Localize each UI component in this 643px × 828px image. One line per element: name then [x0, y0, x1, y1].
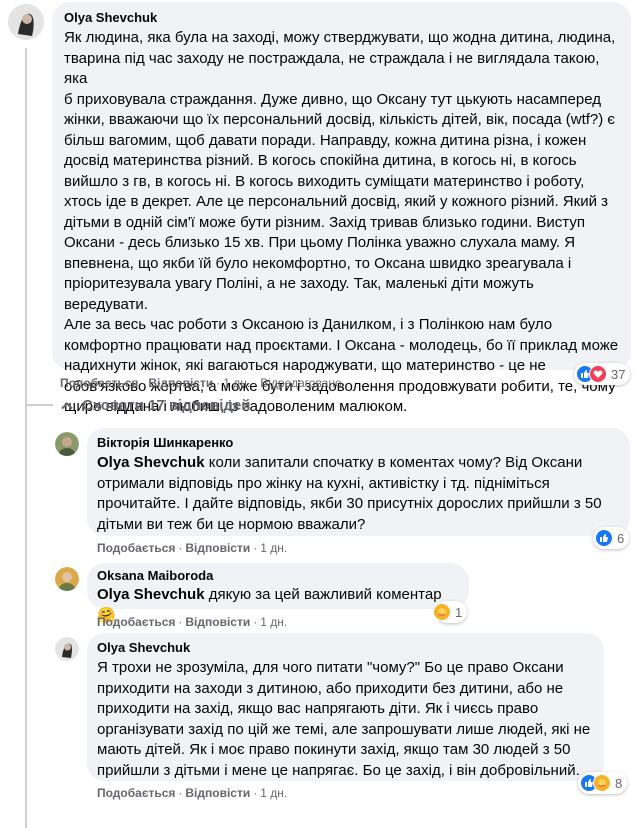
mention-link[interactable]: Olya Shevchuk — [97, 454, 205, 471]
reply-author[interactable]: Oksana Maiboroda — [97, 568, 459, 584]
comment-line: хтось іде в декрет. Але це персональний … — [64, 193, 608, 210]
like-link[interactable]: Подобається — [97, 786, 175, 800]
comment-line: дітьми в одній сім'ї може бути різним. З… — [64, 213, 585, 231]
comment-line: Оксани - десь близько 15 хв. При цьому П… — [64, 234, 576, 251]
reaction-summary[interactable]: 37 — [574, 363, 631, 385]
avatar-olya[interactable] — [8, 4, 44, 40]
reaction-count: 1 — [455, 604, 463, 620]
care-icon — [433, 603, 451, 621]
reply-link[interactable]: Відповісти — [185, 786, 250, 800]
reply-line: приходити на заходи з дитиною, або прихо… — [97, 679, 564, 697]
chevron-up-icon — [61, 401, 73, 409]
reaction-count: 8 — [615, 775, 623, 791]
timestamp[interactable]: 1 дн. — [260, 615, 287, 629]
like-link[interactable]: Подобається — [60, 376, 138, 390]
care-icon — [593, 774, 611, 792]
avatar-oksana[interactable] — [55, 567, 79, 591]
hide-replies-button[interactable]: Сховати 17 відповідей — [60, 397, 251, 414]
comment-line: впевнена, що якби їй було некомфортно, т… — [64, 254, 572, 272]
avatar-olya[interactable] — [55, 637, 79, 661]
edited-label: Відредаговано — [260, 376, 342, 390]
reply-link[interactable]: Відповісти — [185, 615, 250, 629]
reaction-count: 6 — [617, 530, 625, 546]
hide-replies-label: Сховати 17 відповідей — [82, 397, 251, 414]
comment-author[interactable]: Olya Shevchuk — [64, 10, 619, 26]
reply-text: Olya Shevchuk коли запитали спочатку в к… — [97, 453, 620, 535]
comment-line: комфортно працювати над проєктами. І Окс… — [64, 336, 619, 354]
reply-text: Я трохи не зрозуміла, для чого питати "ч… — [97, 658, 594, 781]
comment-line: більш вагомим, щоб давати поради. Направ… — [64, 131, 587, 149]
avatar-viktoriia[interactable] — [55, 432, 79, 456]
like-link[interactable]: Подобається — [97, 615, 175, 629]
reaction-count: 37 — [611, 366, 626, 382]
reply-line: дітьми ви теж би це нормою вважали? — [97, 515, 366, 533]
comment-text: Як людина, яка була на заході, можу стве… — [64, 28, 619, 418]
timestamp[interactable]: 1 дн. — [223, 376, 250, 390]
comment-line: тварина під час заходу не постраждала, н… — [64, 49, 600, 88]
thread-line-replies — [25, 404, 53, 406]
reply-line: отримали відповідь про жінку на кухні, а… — [97, 474, 550, 492]
reply-bubble: Вікторія Шинкаренко Olya Shevchuk коли з… — [87, 428, 630, 536]
timestamp[interactable]: 1 дн. — [260, 541, 287, 555]
like-link[interactable]: Подобається — [97, 541, 175, 555]
comment-line: надихнути жінок, які вагаються народжува… — [64, 357, 546, 374]
comment-line: вийшло з гв, в когось ні. В когось виход… — [64, 172, 585, 190]
comment-line: б приховувала страждання. Дуже дивно, що… — [64, 90, 602, 108]
mention-link[interactable]: Olya Shevchuk — [97, 586, 205, 603]
reply-author[interactable]: Вікторія Шинкаренко — [97, 435, 620, 451]
reply-actions: Подобається · Відповісти · 1 дн. — [97, 541, 288, 555]
reply-link[interactable]: Відповісти — [148, 376, 213, 390]
comment-line: Але за весь час роботи з Оксаною із Дани… — [64, 316, 553, 333]
reply-link[interactable]: Відповісти — [185, 541, 250, 555]
reply-line: прийшли з дітьми і мене це напрягає. Бо … — [97, 761, 580, 779]
reply-line: мають дітей. Як і моє право покинути зах… — [97, 741, 571, 758]
reply-bubble: Olya Shevchuk Я трохи не зрозуміла, для … — [87, 633, 604, 781]
reaction-summary[interactable]: 8 — [578, 772, 628, 794]
reply-line: прочитайте. І дайте відповідь, якби 30 п… — [97, 495, 602, 512]
reaction-summary[interactable]: 1 — [433, 601, 468, 623]
main-comment-bubble: Olya Shevchuk Як людина, яка була на зах… — [52, 2, 631, 415]
reply-bubble: Oksana Maiboroda Olya Shevchuk дякую за … — [87, 563, 469, 624]
timestamp[interactable]: 1 дн. — [260, 786, 287, 800]
comment-line: Як людина, яка була на заході, можу стве… — [64, 29, 616, 46]
reaction-summary[interactable]: 6 — [593, 527, 630, 549]
reply-actions: Подобається · Відповісти · 1 дн. — [97, 615, 288, 629]
comment-line: досвід материнства різний. В когось спок… — [64, 152, 577, 169]
reply-line: приходити на захід, якщо вас напрягають … — [97, 700, 539, 717]
comment-line: пріоритезувала увагу Поліні, а не заходу… — [64, 275, 534, 313]
comment-actions: Подобається · Відповісти · 1 дн. · Відредагова… — [60, 376, 342, 390]
reply-line: коли запитали спочатку в коментах чому? … — [204, 454, 583, 471]
reply-line: Я трохи не зрозуміла, для чого питати "ч… — [97, 659, 564, 676]
reply-line: організувати захід по цій же темі, але з… — [97, 720, 591, 738]
comment-line: жінки, вважаючи що їх персональний досві… — [64, 111, 616, 128]
reply-author[interactable]: Olya Shevchuk — [97, 640, 594, 656]
love-icon — [589, 365, 607, 383]
reply-actions: Подобається · Відповісти · 1 дн. — [97, 786, 288, 800]
thread-line — [25, 48, 27, 828]
like-icon — [595, 529, 613, 547]
